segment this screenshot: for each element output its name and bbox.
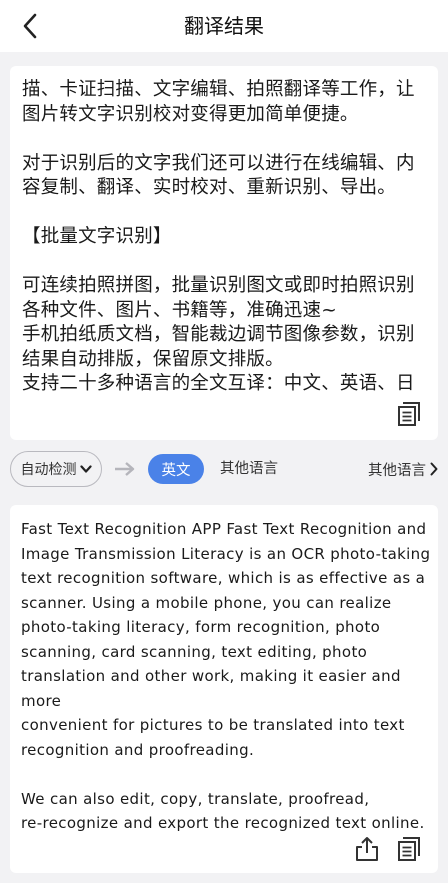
translated-text-line: scanner. Using a mobile phone, you can r… (21, 593, 392, 612)
source-text-line: 描、卡证扫描、文字编辑、拍照翻译等工作，让 (22, 79, 415, 100)
header-bar: 翻译结果 (0, 0, 448, 52)
source-text-line: 结果自动排版，保留原文排版。 (22, 348, 284, 370)
auto-detect-dropdown[interactable]: 自动检测 (10, 451, 102, 487)
translated-text-line: text recognition software, which is as e… (21, 569, 426, 587)
translated-text-line: We can also edit, copy, translate, proof… (21, 789, 370, 808)
translation-result-card[interactable]: Fast Text Recognition APP Fast Text Reco… (10, 505, 438, 873)
source-text-line: 可连续拍照拼图，批量识别图文或即时拍照识别 (22, 275, 415, 296)
share-icon (356, 837, 378, 861)
source-text-line: 对于识别后的文字我们还可以进行在线编辑、内 (22, 152, 415, 174)
source-text-line: 图片转文字识别校对变得更加简单便捷。 (22, 103, 359, 125)
chevron-down-icon (79, 465, 92, 473)
translated-text-line: re-recognize and export the recognized t… (21, 814, 425, 832)
translated-text[interactable]: Fast Text Recognition APP Fast Text Reco… (21, 517, 431, 836)
translated-text-line: scanning, card scanning, text editing, p… (21, 642, 368, 661)
translated-text-line: convenient for pictures to be translated… (21, 716, 405, 734)
copy-icon (398, 402, 420, 426)
translated-text-line: photo-taking literacy, form recognition,… (21, 618, 381, 636)
auto-detect-label: 自动检测 (20, 462, 77, 478)
copy-result-button[interactable] (396, 835, 422, 863)
more-languages-label: 其他语言 (368, 462, 426, 479)
target-language-english[interactable]: 英文 (148, 454, 204, 484)
chevron-right-icon (430, 462, 438, 476)
copy-icon (398, 837, 420, 861)
arrow-right-icon (115, 462, 135, 476)
page-title: 翻译结果 (184, 14, 264, 38)
translated-text-line: Image Transmission Literacy is an OCR ph… (21, 544, 431, 563)
source-text-line: 容复制、翻译、实时校对、重新识别、导出。 (22, 177, 397, 198)
translated-text-line: Fast Text Recognition APP Fast Text Reco… (21, 520, 427, 538)
copy-source-button[interactable] (396, 400, 422, 428)
share-button[interactable] (354, 835, 380, 863)
source-text[interactable]: 描、卡证扫描、文字编辑、拍照翻译等工作，让 图片转文字识别校对变得更加简单便捷。对… (22, 78, 426, 397)
target-language-other[interactable]: 其他语言 (220, 454, 278, 484)
translated-text-line: translation and other work, making it ea… (21, 667, 401, 710)
source-text-line: 【批量文字识别】 (22, 226, 172, 247)
source-text-card[interactable]: 描、卡证扫描、文字编辑、拍照翻译等工作，让 图片转文字识别校对变得更加简单便捷。对… (10, 66, 438, 440)
language-selector-bar: 自动检测 英文 其他语言 其他语言 (0, 448, 448, 492)
source-text-line: 各种文件、图片、书籍等，准确迅速~ (22, 299, 337, 321)
translated-text-line: recognition and proofreading. (21, 740, 255, 759)
more-languages-button[interactable]: 其他语言 (368, 454, 438, 484)
translation-result-screen: 翻译结果 描、卡证扫描、文字编辑、拍照翻译等工作，让 图片转文字识别校对变得更加简… (0, 0, 448, 883)
source-text-line: 支持二十多种语言的全文互译：中文、英语、日 (22, 373, 415, 394)
source-text-line: 手机拍纸质文档，智能裁边调节图像参数，识别 (22, 324, 415, 345)
